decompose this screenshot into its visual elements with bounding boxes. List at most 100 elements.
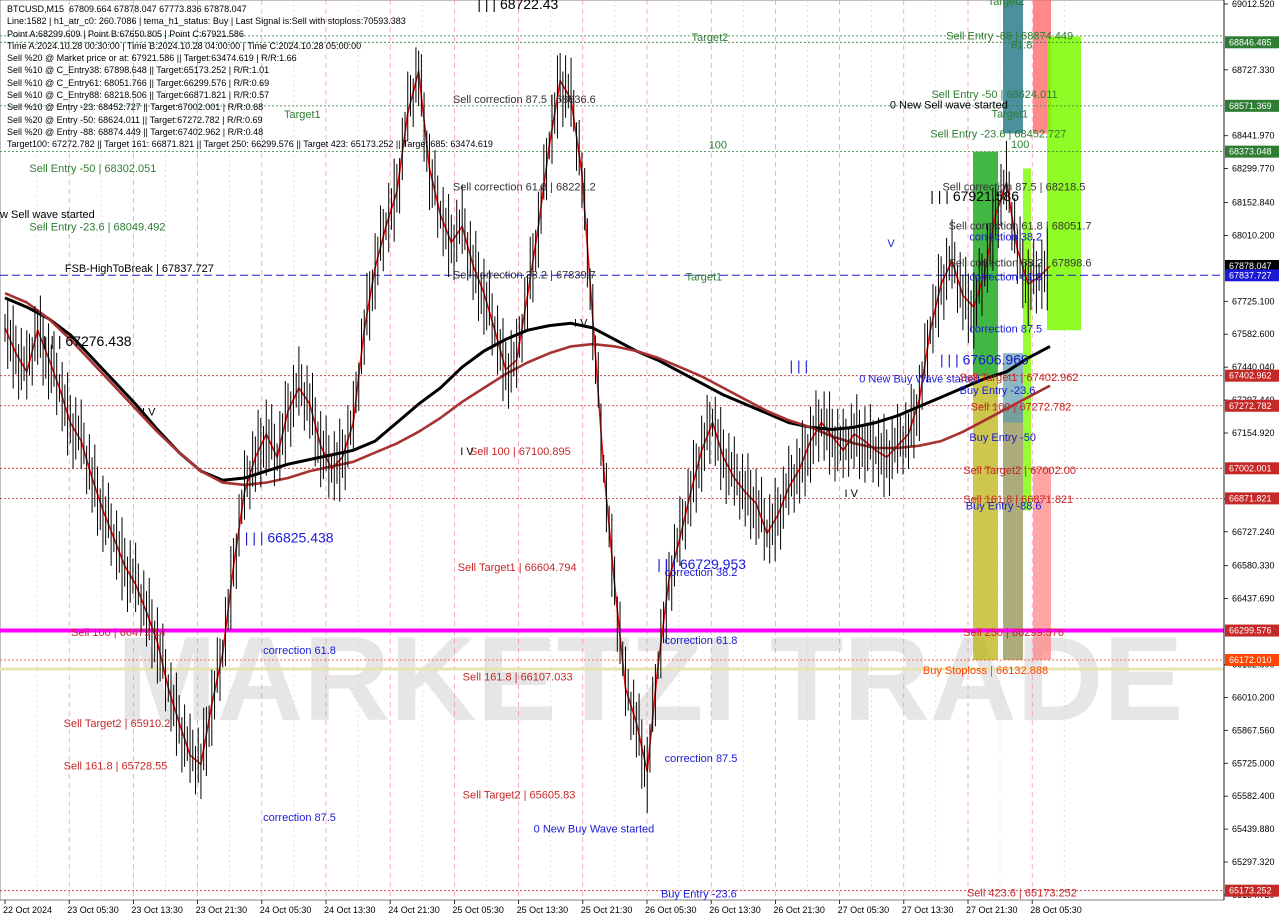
x-tick-label: 26 Oct 05:30 bbox=[645, 905, 697, 915]
annotation-label: Sell 100 | 67272.782 bbox=[971, 401, 1072, 413]
x-tick-label: 28 Oct 05:30 bbox=[1030, 905, 1082, 915]
y-tick-label: 67154.920 bbox=[1232, 428, 1275, 438]
x-tick-label: 27 Oct 13:30 bbox=[902, 905, 954, 915]
annotation-label: Target2 bbox=[692, 32, 729, 44]
annotation-label: FSB-HighToBreak | 67837.727 bbox=[65, 263, 214, 275]
info-line: Point A:68299.609 | Point B:67650.805 | … bbox=[7, 28, 244, 39]
y-tick-label: 65725.000 bbox=[1232, 758, 1275, 768]
x-tick-label: 26 Oct 13:30 bbox=[709, 905, 761, 915]
annotation-label: Sell Entry -23.6 | 68452.727 bbox=[930, 129, 1066, 141]
info-line: Sell %20 @ Entry -50: 68624.011 || Targe… bbox=[7, 114, 263, 125]
info-line: Sell %10 @ C_Entry88: 68218.506 || Targe… bbox=[7, 90, 270, 101]
annotation-label: correction 87.5 bbox=[263, 812, 336, 824]
info-line: Sell %10 @ C_Entry61: 68051.766 || Targe… bbox=[7, 77, 270, 88]
price-tag-label: 68571.369 bbox=[1229, 101, 1272, 111]
price-tag-label: 66299.576 bbox=[1229, 626, 1272, 636]
annotation-label: 61.8 bbox=[1011, 39, 1032, 51]
price-tag-label: 65173.252 bbox=[1229, 886, 1272, 896]
annotation-label: Buy Entry -50 bbox=[969, 432, 1036, 444]
annotation-label: Target1 bbox=[685, 272, 722, 284]
y-tick-label: 66727.240 bbox=[1232, 527, 1275, 537]
annotation-label: Sell 161.8 | 66107.033 bbox=[463, 671, 573, 683]
x-tick-label: 25 Oct 13:30 bbox=[517, 905, 569, 915]
y-tick-label: 66010.200 bbox=[1232, 692, 1275, 702]
annotation-label: Target2 bbox=[988, 0, 1025, 8]
info-line: Sell %10 @ Entry -23: 68452.727 || Targe… bbox=[7, 102, 264, 113]
annotation-label: 100 bbox=[1011, 139, 1029, 151]
annotation-label: 0 New Sell wave started bbox=[890, 99, 1008, 111]
info-line: Target100: 67272.782 || Target 161: 6687… bbox=[7, 139, 493, 150]
annotation-label: | | | bbox=[789, 358, 808, 374]
annotation-label: correction 38.2 bbox=[665, 567, 738, 579]
y-tick-label: 65439.880 bbox=[1232, 824, 1275, 834]
info-line: Sell %20 @ Market price or at: 67921.586… bbox=[7, 53, 297, 64]
y-tick-label: 65867.560 bbox=[1232, 725, 1275, 735]
annotation-label: Sell 423.6 | 65173.252 bbox=[967, 887, 1077, 899]
x-tick-label: 27 Oct 21:30 bbox=[966, 905, 1018, 915]
annotation-label: Sell 161.8 | 65728.55 bbox=[64, 761, 168, 773]
y-tick-label: 66437.690 bbox=[1232, 594, 1275, 604]
x-tick-label: 27 Oct 05:30 bbox=[838, 905, 890, 915]
annotation-label: Buy Entry -23.6 bbox=[960, 385, 1036, 397]
price-tag-label: 67837.727 bbox=[1229, 270, 1272, 280]
annotation-label: Sell Entry -50 | 68624.011 bbox=[931, 89, 1057, 101]
annotation-label: Sell correction 87.5 | 68218.5 bbox=[942, 181, 1085, 193]
y-tick-label: 68299.770 bbox=[1232, 164, 1275, 174]
price-tag-label: 68846.485 bbox=[1229, 37, 1272, 47]
price-tag-label: 67002.001 bbox=[1229, 463, 1272, 473]
info-line: BTCUSD,M15 67809.664 67878.047 67773.836… bbox=[7, 4, 247, 14]
annotation-label: correction 61.8 bbox=[263, 645, 336, 657]
annotation-label: Target1 bbox=[991, 109, 1028, 121]
x-tick-label: 25 Oct 21:30 bbox=[581, 905, 633, 915]
annotation-label: Sell Target2 | 65910.2 bbox=[64, 718, 171, 730]
y-tick-label: 65582.400 bbox=[1232, 791, 1275, 801]
annotation-label: Buy Stoploss | 66132.888 bbox=[923, 665, 1048, 677]
x-tick-label: 25 Oct 05:30 bbox=[452, 905, 504, 915]
annotation-label: Sell 100 | 66479.14 bbox=[71, 627, 166, 639]
y-axis: 69012.520 68727.330 68441.970 68299.770 6815… bbox=[1223, 0, 1275, 900]
annotation-label: Sell Entry -50 | 68302.051 bbox=[29, 163, 156, 175]
annotation-label: Sell 250 | 66299.576 bbox=[963, 627, 1064, 639]
annotation-label: Buy Entry -88.6 bbox=[966, 500, 1042, 512]
annotation-label: Sell Target2 | 67002.00 bbox=[963, 465, 1076, 477]
price-tag-label: 67272.782 bbox=[1229, 401, 1272, 411]
annotation-label: I V bbox=[574, 317, 588, 329]
annotation-label: | | | 67276.438 bbox=[43, 333, 132, 349]
x-tick-label: 22 Oct 2024 bbox=[3, 905, 52, 915]
x-axis: 22 Oct 2024 23 Oct 05:30 23 Oct 13:30 23 Oc… bbox=[3, 900, 1082, 915]
y-tick-label: 68441.970 bbox=[1232, 131, 1275, 141]
annotation-label: | | | 66825.438 bbox=[245, 530, 334, 546]
annotation-label: 100 bbox=[709, 139, 727, 151]
annotation-label: Sell correction 38.2 | 67898.6 bbox=[949, 258, 1092, 270]
info-line: Line:1582 | h1_atr_c0: 260.7086 | tema_h… bbox=[7, 16, 406, 27]
annotation-label: Sell Entry -23.6 | 68049.492 bbox=[29, 221, 165, 233]
x-tick-label: 23 Oct 21:30 bbox=[196, 905, 248, 915]
annotation-label: Sell Target2 | 65605.83 bbox=[463, 789, 576, 801]
annotation-label: correction 38.2 bbox=[969, 232, 1042, 244]
x-tick-label: 23 Oct 05:30 bbox=[67, 905, 119, 915]
y-tick-label: 66580.330 bbox=[1232, 561, 1275, 571]
annotation-label: 0 New Buy Wave started bbox=[534, 823, 655, 835]
y-tick-label: 67582.600 bbox=[1232, 329, 1275, 339]
x-tick-label: 26 Oct 21:30 bbox=[773, 905, 825, 915]
annotation-label: | | | 67606.969 bbox=[940, 351, 1029, 367]
annotation-label: Buy Entry -23.6 bbox=[661, 889, 737, 901]
annotation-label: Sell 100 | 67100.895 bbox=[470, 446, 571, 458]
annotation-label: V bbox=[887, 238, 895, 250]
y-tick-label: 68010.200 bbox=[1232, 230, 1275, 240]
annotation-label: w Sell wave started bbox=[0, 209, 95, 221]
price-tag-label: 68373.048 bbox=[1229, 147, 1272, 157]
annotation-label: Sell Target1 | 67402.962 bbox=[960, 372, 1079, 384]
annotation-label: Sell correction 38.2 | 67839.7 bbox=[453, 269, 596, 281]
annotation-label: correction 61.8 bbox=[969, 271, 1042, 283]
annotation-label: correction 87.5 bbox=[969, 324, 1042, 336]
price-tag-label: 66871.821 bbox=[1229, 493, 1272, 503]
price-tag-label: 67402.962 bbox=[1229, 371, 1272, 381]
price-tag-label: 66172.010 bbox=[1229, 655, 1272, 665]
annotation-label: Sell Target1 | 66604.794 bbox=[458, 562, 577, 574]
annotation-label: correction 87.5 bbox=[665, 753, 738, 765]
annotation-label: Sell correction 61.8 | 68221.2 bbox=[453, 182, 596, 194]
info-line: Sell %20 @ Entry -88: 68874.449 || Targe… bbox=[7, 126, 264, 137]
x-tick-label: 24 Oct 13:30 bbox=[324, 905, 376, 915]
annotation-label: correction 61.8 bbox=[665, 635, 738, 647]
